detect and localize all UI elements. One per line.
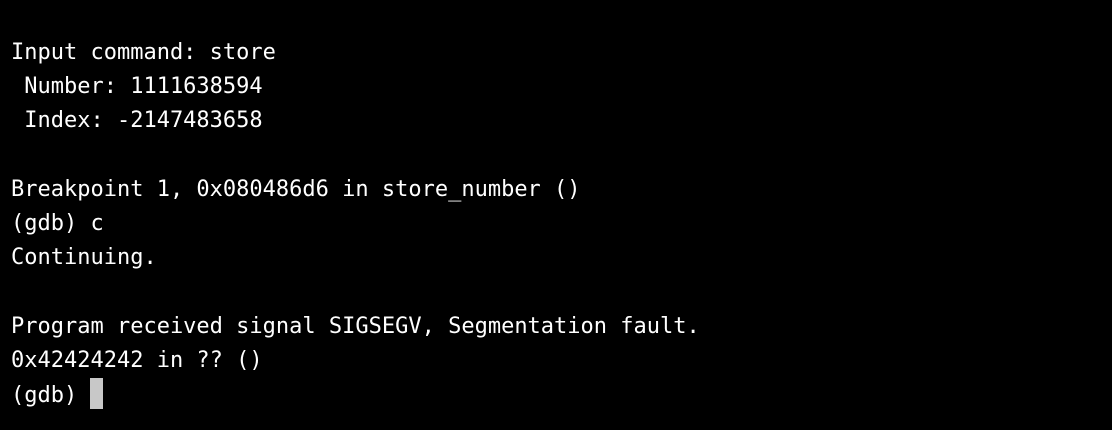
terminal-line: Input command: store bbox=[11, 40, 276, 65]
terminal-window[interactable]: Input command: store Number: 1111638594 … bbox=[0, 0, 1112, 430]
terminal-line: 0x42424242 in ?? () bbox=[11, 347, 263, 373]
terminal-line: (gdb) c bbox=[11, 210, 104, 236]
terminal-line: Breakpoint 1, 0x080486d6 in store_number… bbox=[11, 176, 581, 202]
gdb-prompt: (gdb) bbox=[11, 382, 78, 408]
prompt-line[interactable]: (gdb) bbox=[11, 377, 1112, 412]
terminal-line: Index: -2147483658 bbox=[11, 108, 263, 134]
terminal-line: Continuing. bbox=[11, 245, 157, 271]
terminal-line: Number: 1111638594 bbox=[11, 74, 263, 100]
text-cursor bbox=[90, 377, 104, 409]
terminal-line: Program received signal SIGSEGV, Segment… bbox=[11, 313, 700, 339]
